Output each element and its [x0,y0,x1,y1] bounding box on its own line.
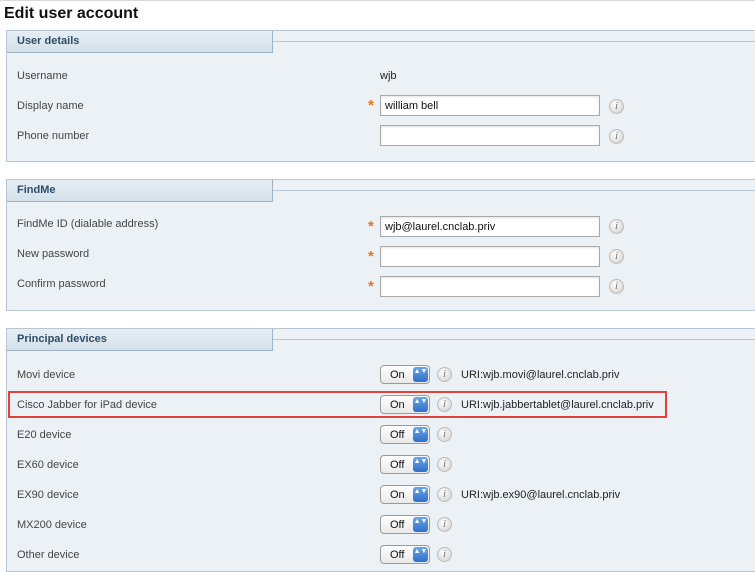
section-header-user-details[interactable]: User details [7,31,273,53]
device-state-select[interactable]: Off ▲▼ [380,425,430,444]
device-state-select[interactable]: Off ▲▼ [380,455,430,474]
new-password-info-icon[interactable]: i [609,249,624,264]
device-uri: URI:wjb.ex90@laurel.cnclab.priv [461,489,621,501]
phone-number-info-icon[interactable]: i [609,129,624,144]
highlight-box [8,391,667,418]
device-label: MX200 device [17,519,87,531]
section-title-findme: FindMe [17,184,56,196]
required-marker: * [368,248,374,265]
select-arrows-icon: ▲▼ [413,427,428,442]
device-state-select[interactable]: On ▲▼ [380,365,430,384]
section-user-details: User details Username wjb Display name *… [6,30,755,162]
device-state-value: On [390,369,405,381]
display-name-input[interactable] [380,95,600,116]
device-state-value: Off [390,459,405,471]
section-title-principal-devices: Principal devices [17,333,107,345]
confirm-password-label: Confirm password [17,278,106,290]
device-label: Movi device [17,369,76,381]
username-value: wjb [380,70,397,82]
confirm-password-info-icon[interactable]: i [609,279,624,294]
section-principal-devices: Principal devices Movi device On ▲▼ i UR… [6,328,755,572]
select-arrows-icon: ▲▼ [413,367,428,382]
device-label: EX90 device [17,489,79,501]
device-state-value: Off [390,429,405,441]
display-name-label: Display name [17,100,84,112]
section-header-findme[interactable]: FindMe [7,180,273,202]
device-label: Other device [17,549,80,561]
username-label: Username [17,70,68,82]
device-info-icon[interactable]: i [437,427,452,442]
page-title: Edit user account [4,5,139,22]
new-password-input[interactable] [380,246,600,267]
findme-id-input[interactable] [380,216,600,237]
section-findme: FindMe FindMe ID (dialable address) * i … [6,179,755,311]
required-marker: * [368,218,374,235]
section-divider [273,190,755,191]
phone-number-label: Phone number [17,130,90,142]
device-info-icon[interactable]: i [437,457,452,472]
device-info-icon[interactable]: i [437,367,452,382]
device-info-icon[interactable]: i [437,487,452,502]
select-arrows-icon: ▲▼ [413,517,428,532]
select-arrows-icon: ▲▼ [413,457,428,472]
confirm-password-input[interactable] [380,276,600,297]
section-divider [273,339,755,340]
device-state-select[interactable]: On ▲▼ [380,485,430,504]
device-state-value: On [390,489,405,501]
required-marker: * [368,278,374,295]
device-state-select[interactable]: Off ▲▼ [380,515,430,534]
device-state-value: Off [390,549,405,561]
findme-id-label: FindMe ID (dialable address) [17,218,159,230]
section-title-user-details: User details [17,35,80,47]
device-state-value: Off [390,519,405,531]
findme-id-info-icon[interactable]: i [609,219,624,234]
section-divider [273,41,755,42]
device-label: E20 device [17,429,72,441]
section-header-principal-devices[interactable]: Principal devices [7,329,273,351]
select-arrows-icon: ▲▼ [413,487,428,502]
phone-number-input[interactable] [380,125,600,146]
device-info-icon[interactable]: i [437,547,452,562]
title-bar: Edit user account [0,0,755,25]
required-marker: * [368,97,374,114]
device-state-select[interactable]: Off ▲▼ [380,545,430,564]
device-label: EX60 device [17,459,79,471]
device-uri: URI:wjb.movi@laurel.cnclab.priv [461,369,620,381]
select-arrows-icon: ▲▼ [413,547,428,562]
display-name-info-icon[interactable]: i [609,99,624,114]
device-info-icon[interactable]: i [437,517,452,532]
new-password-label: New password [17,248,90,260]
